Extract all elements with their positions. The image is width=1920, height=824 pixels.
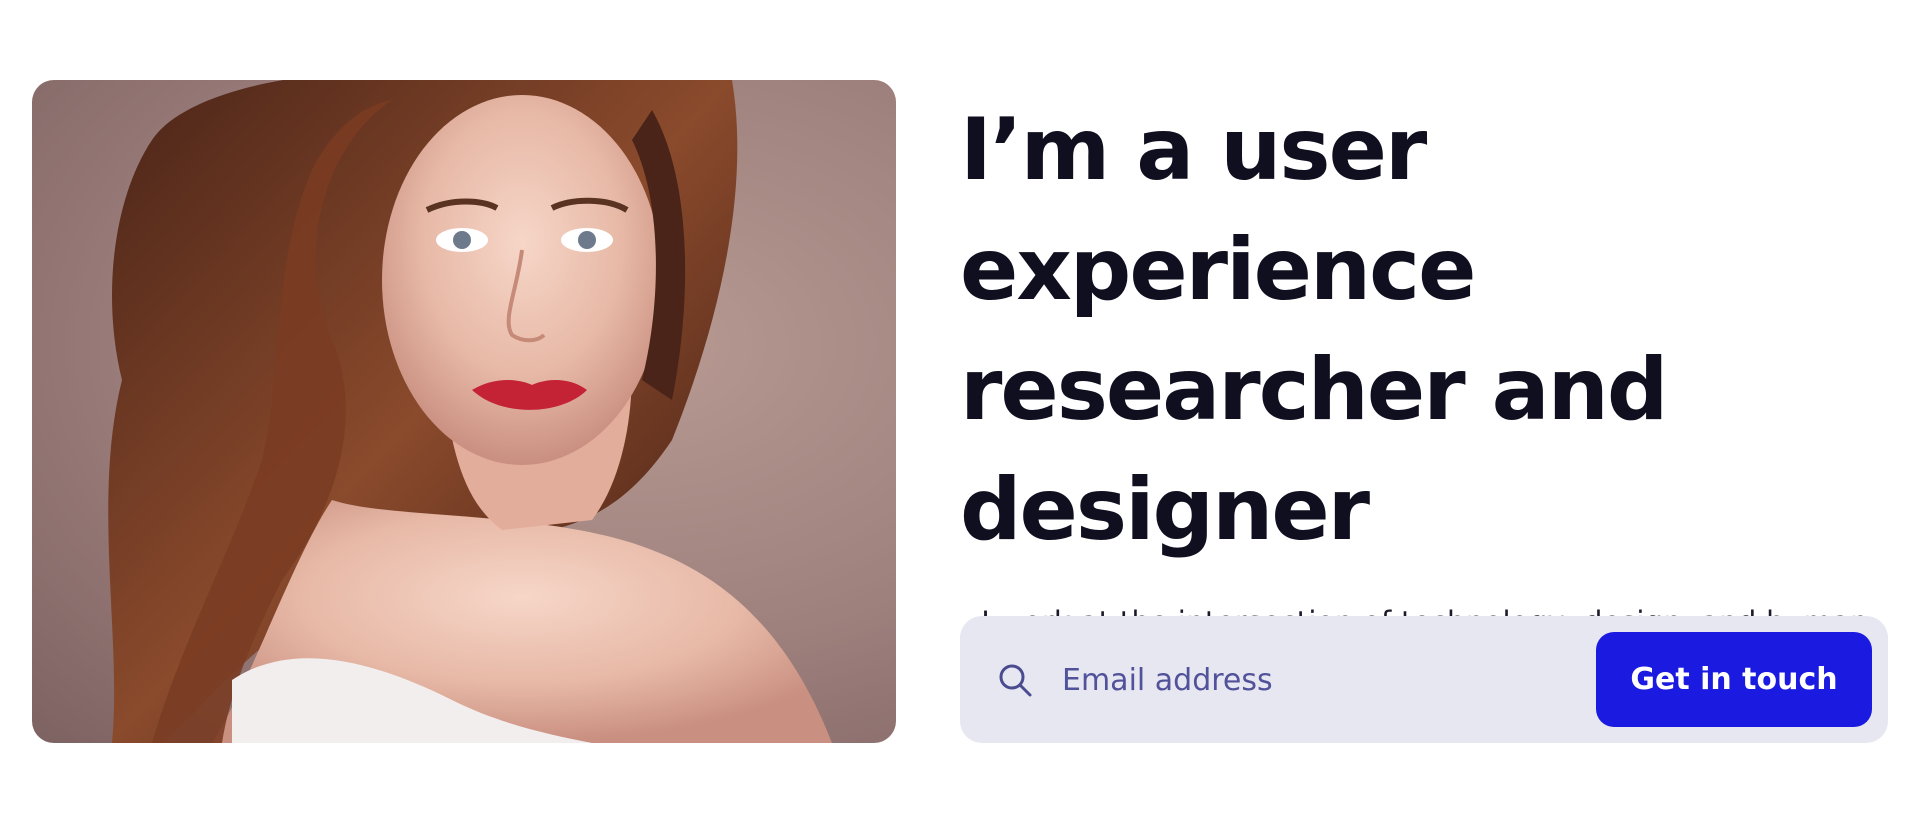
search-icon (996, 661, 1034, 699)
email-input[interactable] (1060, 646, 1544, 714)
portrait-illustration (108, 80, 832, 743)
hero-content: I’m a user experience researcher and des… (960, 90, 1890, 694)
hero-section: I’m a user experience researcher and des… (0, 0, 1920, 824)
profile-photo (32, 80, 896, 743)
get-in-touch-button[interactable]: Get in touch (1596, 632, 1872, 727)
page-title: I’m a user experience researcher and des… (960, 100, 1668, 560)
email-signup-form: Get in touch (960, 616, 1888, 743)
